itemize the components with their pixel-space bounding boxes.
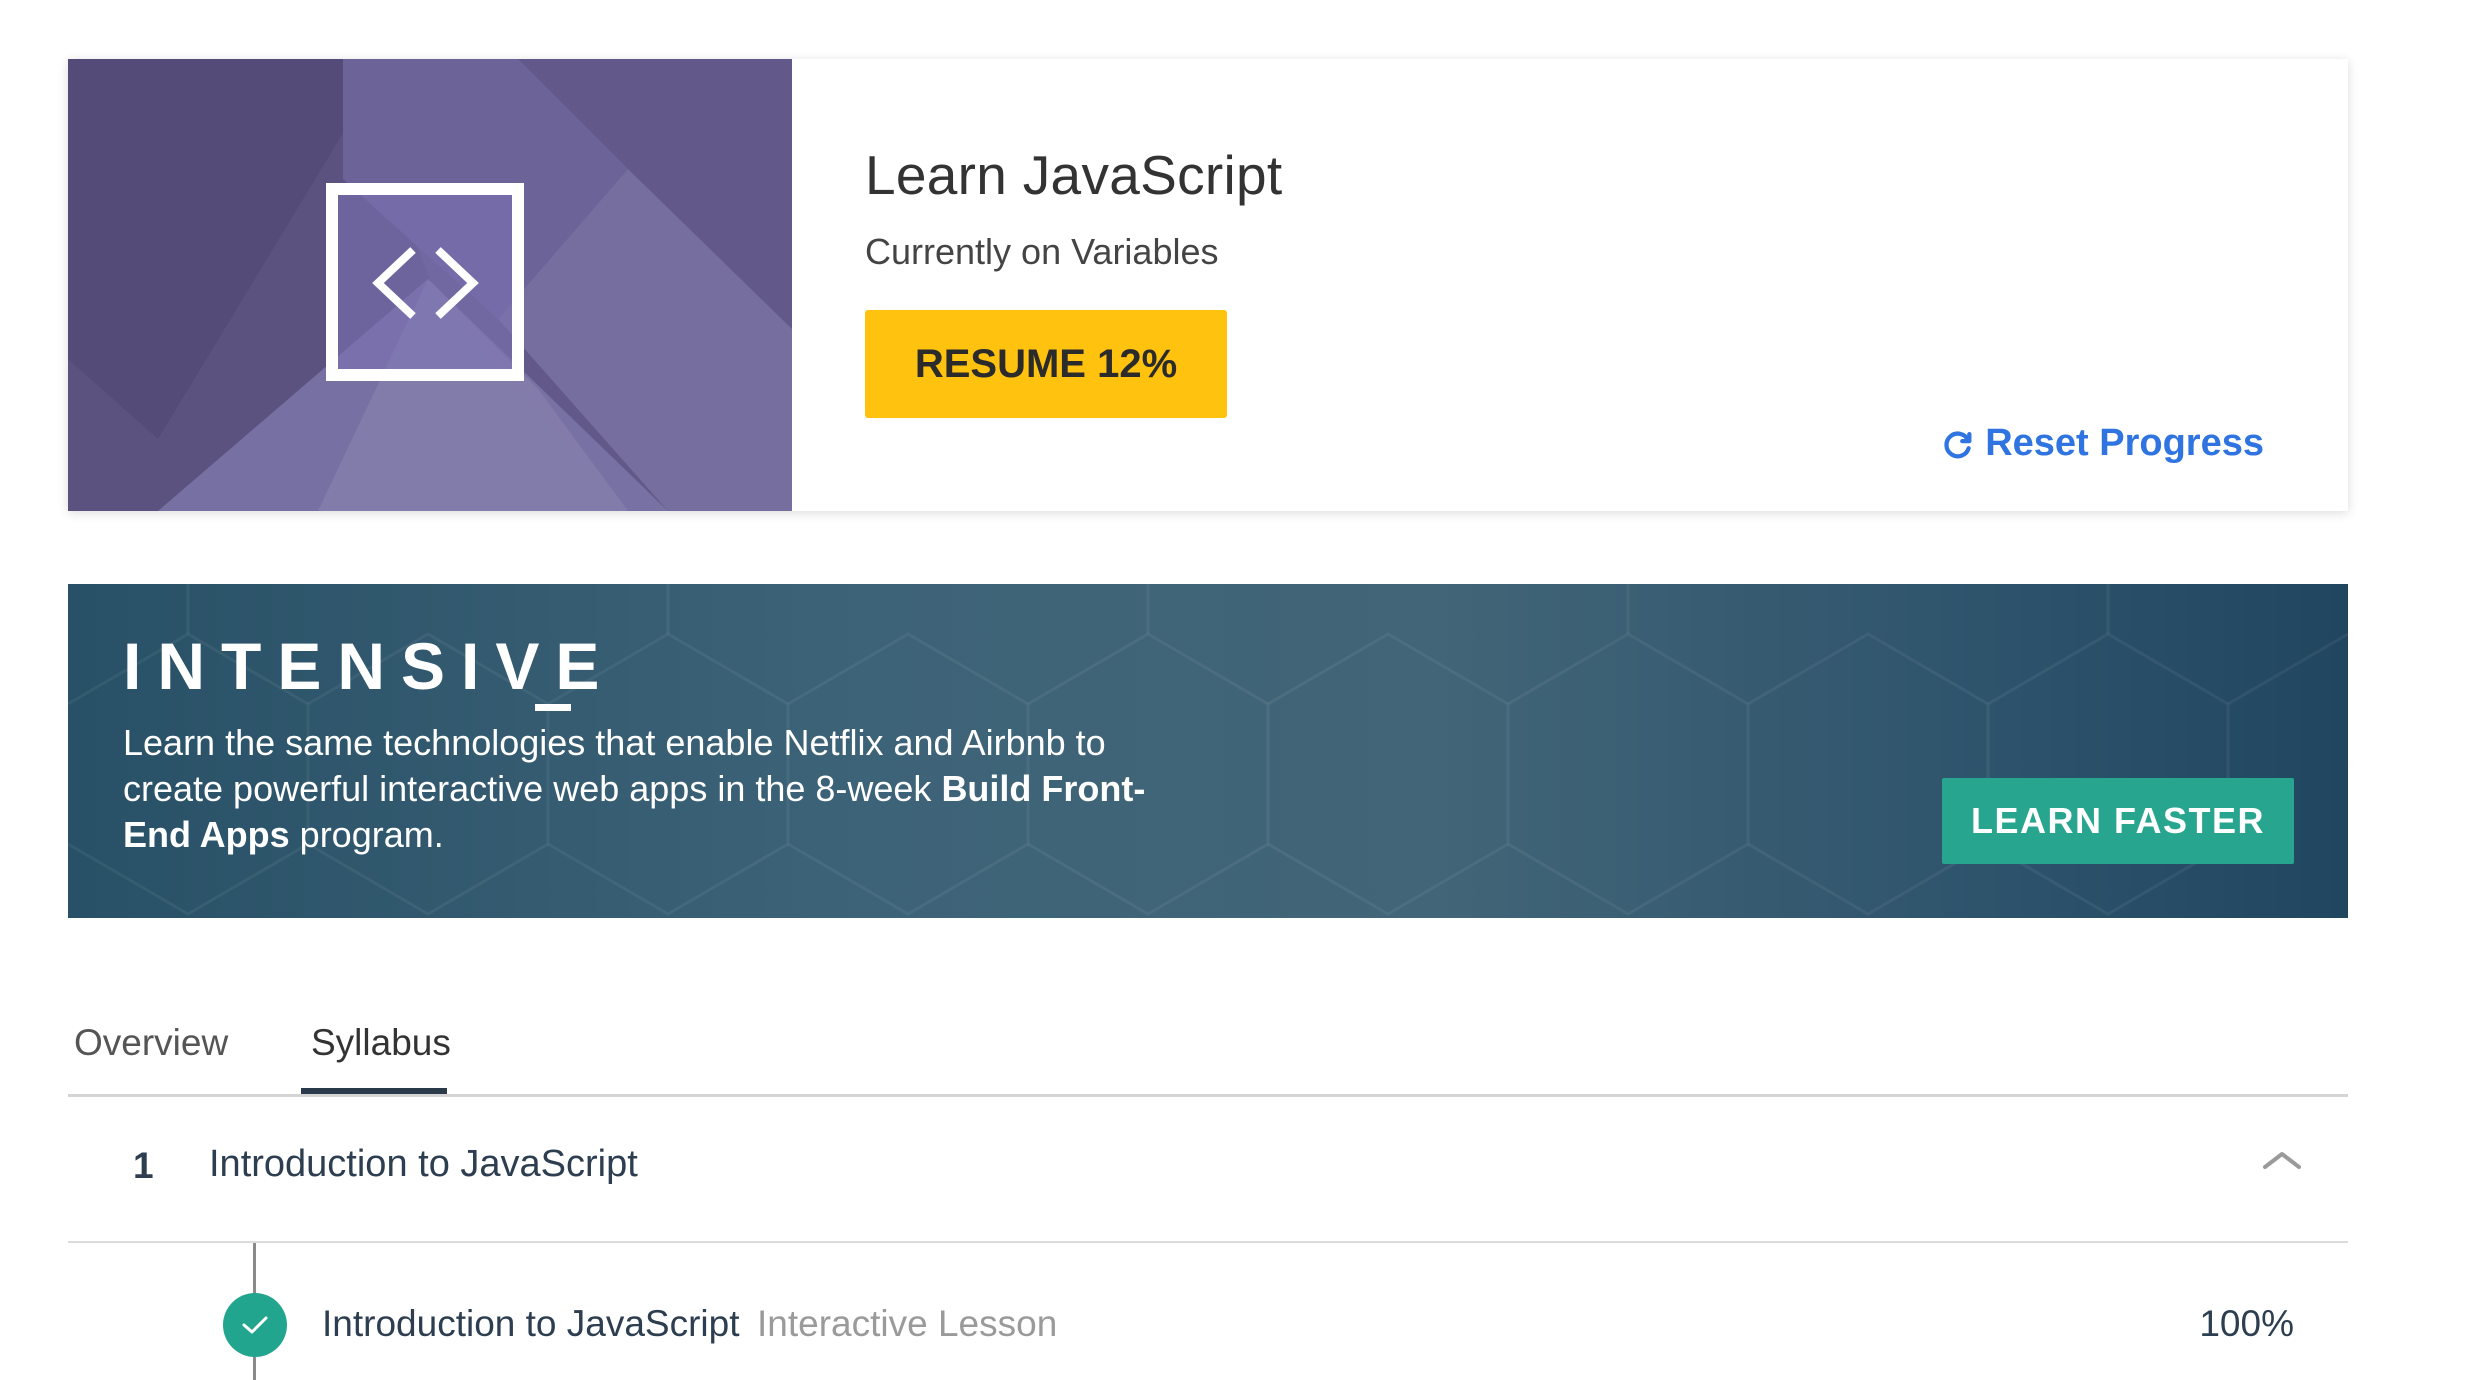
active-tab-indicator — [301, 1088, 447, 1094]
course-title: Learn JavaScript — [865, 144, 1283, 206]
intensive-logo: INTENSIVE — [123, 629, 616, 703]
course-status: Currently on Variables — [865, 231, 1219, 272]
learn-faster-button[interactable]: LEARN FASTER — [1942, 778, 2294, 864]
syllabus-section-header[interactable]: 1 Introduction to JavaScript — [68, 1097, 2348, 1243]
promo-text-part2: program. — [289, 814, 444, 855]
course-info: Learn JavaScript Currently on Variables … — [792, 59, 2348, 511]
course-tabs: Overview Syllabus — [68, 1000, 2348, 1097]
logo-underline — [535, 704, 571, 711]
checkmark-icon — [223, 1293, 287, 1357]
section-title: Introduction to JavaScript — [209, 1143, 638, 1185]
course-card: Learn JavaScript Currently on Variables … — [68, 59, 2348, 511]
reset-progress-link[interactable]: Reset Progress — [1941, 422, 2264, 465]
refresh-icon — [1944, 430, 1972, 458]
intensive-promo-banner: INTENSIVE Learn the same technologies th… — [68, 584, 2348, 918]
lesson-row[interactable]: Introduction to JavaScript Interactive L… — [68, 1243, 2348, 1380]
section-number: 1 — [133, 1145, 154, 1186]
promo-description: Learn the same technologies that enable … — [123, 720, 1163, 858]
course-artwork — [68, 59, 792, 511]
tab-syllabus[interactable]: Syllabus — [305, 1022, 457, 1084]
lesson-title: Introduction to JavaScript — [322, 1303, 740, 1344]
chevron-up-icon[interactable] — [2262, 1149, 2302, 1171]
reset-progress-label: Reset Progress — [1985, 422, 2264, 464]
tab-overview[interactable]: Overview — [74, 1022, 228, 1084]
lesson-progress: 100% — [2199, 1303, 2294, 1344]
code-brackets-icon — [326, 183, 524, 381]
resume-button[interactable]: RESUME 12% — [865, 310, 1227, 418]
lesson-type: Interactive Lesson — [757, 1303, 1058, 1344]
